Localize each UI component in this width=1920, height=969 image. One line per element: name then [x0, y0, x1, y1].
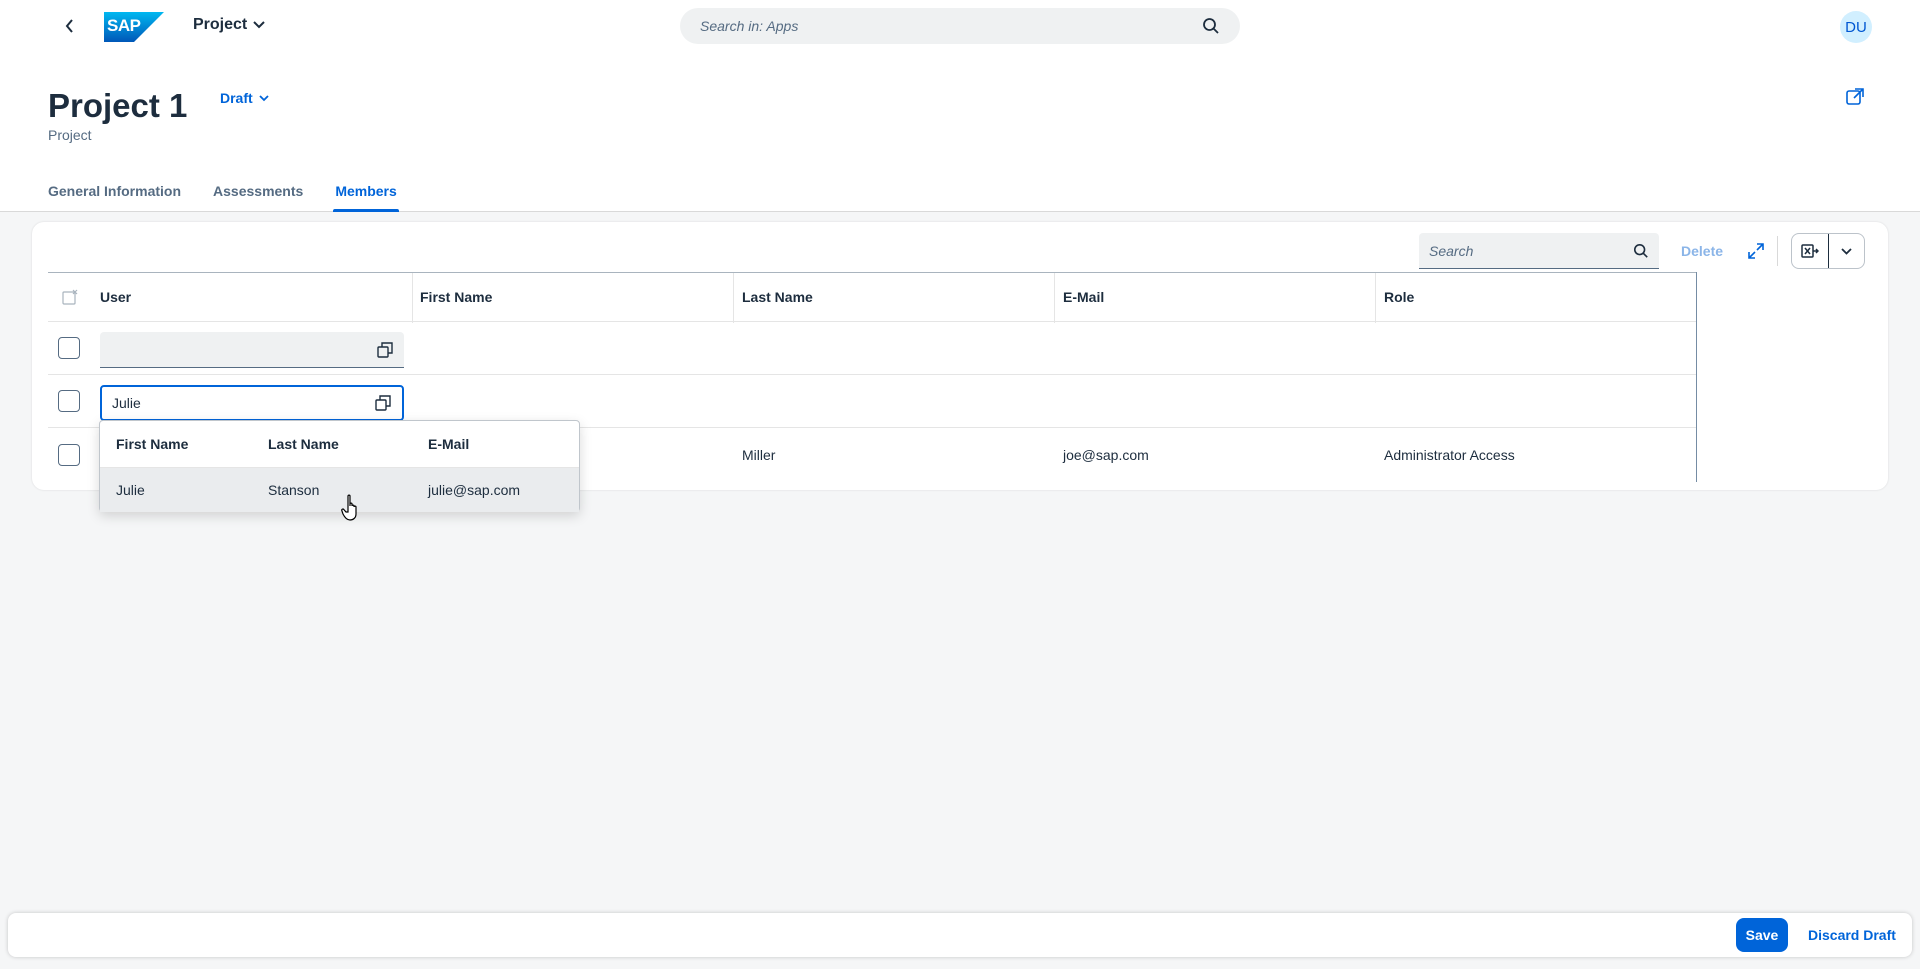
draft-status-label: Draft	[220, 90, 253, 106]
column-separator	[1054, 273, 1055, 323]
delete-button[interactable]: Delete	[1673, 233, 1731, 269]
column-header-last-name[interactable]: Last Name	[742, 273, 813, 321]
column-header-first-name[interactable]: First Name	[420, 273, 492, 321]
user-input-value: Julie	[112, 395, 141, 411]
discard-draft-button[interactable]: Discard Draft	[1800, 918, 1904, 952]
user-input-row-2[interactable]: Julie	[100, 385, 404, 421]
table-header-row: User First Name Last Name E-Mail Role	[48, 272, 1696, 323]
suggestion-item[interactable]: Julie Stanson julie@sap.com	[100, 468, 579, 512]
page-subtitle: Project	[48, 127, 92, 143]
search-icon[interactable]	[1202, 17, 1220, 35]
value-help-button[interactable]	[376, 341, 394, 359]
export-options-button[interactable]	[1827, 234, 1865, 268]
toolbar-separator	[1777, 236, 1778, 266]
sap-logo-text: SAP	[107, 16, 141, 35]
export-button-group	[1791, 233, 1865, 269]
fullscreen-icon	[1748, 243, 1764, 259]
tab-members[interactable]: Members	[333, 183, 400, 212]
row-select-cell	[58, 428, 80, 481]
column-header-user[interactable]: User	[100, 273, 131, 321]
footer-toolbar	[8, 913, 1912, 957]
row-checkbox[interactable]	[58, 443, 80, 466]
value-help-icon	[375, 395, 391, 411]
draft-status-menu[interactable]: Draft	[220, 90, 269, 106]
user-suggestion-popover: First Name Last Name E-Mail Julie Stanso…	[99, 420, 580, 512]
user-input-row-1[interactable]	[100, 332, 404, 368]
row-select-cell	[58, 322, 80, 374]
fullscreen-button[interactable]	[1744, 236, 1768, 266]
chevron-left-icon	[65, 19, 73, 33]
object-page-header: Project 1 Draft Project General Informat…	[0, 52, 1920, 212]
shell-search-field[interactable]: Search in: Apps	[680, 8, 1240, 44]
chevron-down-icon	[253, 21, 265, 29]
sap-logo[interactable]: SAP	[104, 12, 164, 42]
hand-cursor-icon	[341, 494, 357, 521]
column-header-email[interactable]: E-Mail	[1063, 273, 1104, 321]
table-search-placeholder: Search	[1429, 242, 1474, 259]
excel-export-icon	[1801, 244, 1819, 258]
column-header-role[interactable]: Role	[1384, 273, 1414, 321]
suggestion-header-first-name: First Name	[116, 436, 189, 452]
suggestion-header-row: First Name Last Name E-Mail	[100, 421, 579, 468]
column-separator	[1375, 273, 1376, 323]
shell-search-placeholder: Search in: Apps	[700, 18, 799, 34]
value-help-button[interactable]	[374, 394, 392, 412]
select-all-cell[interactable]	[62, 273, 78, 321]
shell-bar: SAP Project Search in: Apps DU	[0, 0, 1920, 52]
suggestion-email: julie@sap.com	[428, 482, 521, 498]
save-button[interactable]: Save	[1736, 918, 1788, 952]
suggestion-last-name: Stanson	[268, 482, 320, 498]
share-icon[interactable]	[1845, 87, 1865, 107]
column-separator	[733, 273, 734, 323]
table-right-border	[1696, 272, 1697, 482]
chevron-down-icon	[1841, 247, 1852, 255]
chevron-down-icon	[259, 94, 269, 101]
user-avatar[interactable]: DU	[1840, 11, 1872, 43]
search-icon[interactable]	[1633, 243, 1649, 259]
cell-role: Administrator Access	[1384, 446, 1515, 463]
table-search-field[interactable]: Search	[1419, 233, 1659, 269]
row-checkbox[interactable]	[58, 390, 80, 412]
back-button[interactable]	[60, 16, 80, 36]
tab-assessments[interactable]: Assessments	[213, 183, 303, 212]
row-checkbox[interactable]	[58, 337, 80, 359]
cell-last-name: Miller	[742, 446, 776, 463]
suggestion-header-email: E-Mail	[428, 436, 470, 452]
app-title-menu[interactable]: Project	[193, 16, 265, 34]
suggestion-first-name: Julie	[116, 482, 145, 498]
select-all-icon	[62, 289, 78, 305]
column-separator	[412, 273, 413, 323]
page-title: Project 1	[48, 87, 188, 124]
suggestion-header-last-name: Last Name	[268, 436, 339, 452]
app-title: Project	[193, 16, 248, 33]
row-select-cell	[58, 375, 80, 427]
value-help-icon	[377, 341, 393, 358]
tab-general-information[interactable]: General Information	[48, 183, 181, 212]
tab-bar: General Information Assessments Members	[48, 183, 400, 212]
export-button[interactable]	[1792, 234, 1828, 268]
cell-email: joe@sap.com	[1063, 446, 1149, 463]
